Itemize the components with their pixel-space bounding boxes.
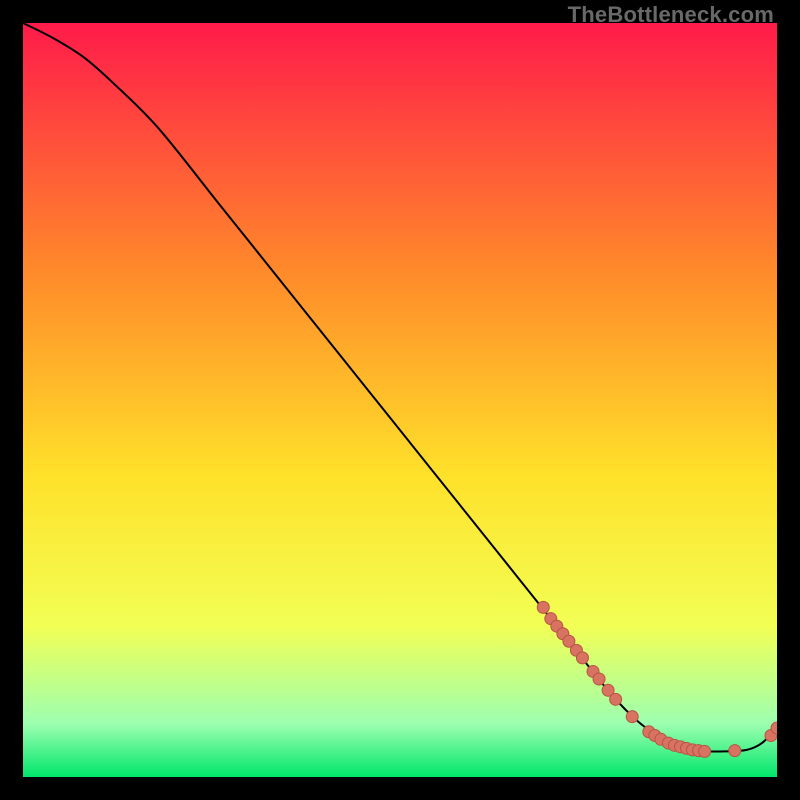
data-marker	[593, 673, 605, 685]
data-marker	[576, 652, 588, 664]
data-marker	[537, 601, 549, 613]
chart-frame	[23, 23, 777, 777]
data-marker	[626, 711, 638, 723]
bottleneck-chart	[23, 23, 777, 777]
data-marker	[729, 745, 741, 757]
data-marker	[610, 693, 622, 705]
data-marker	[699, 745, 711, 757]
gradient-background	[23, 23, 777, 777]
watermark-text: TheBottleneck.com	[568, 2, 774, 28]
